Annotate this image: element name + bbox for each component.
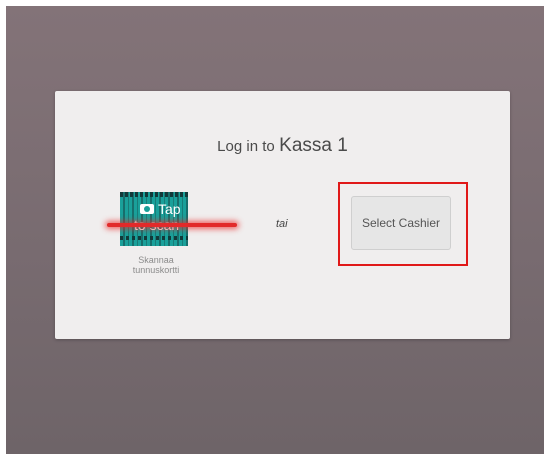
login-title: Log in to Kassa 1 <box>55 135 510 157</box>
register-name: Kassa 1 <box>279 135 348 156</box>
or-separator: tai <box>276 218 288 230</box>
login-title-prefix: Log in to <box>217 138 275 155</box>
login-dialog: Log in to Kassa 1 Tap to scan Skannaa tu… <box>55 91 510 339</box>
select-cashier-button[interactable]: Select Cashier <box>351 196 451 250</box>
scan-laser-line <box>107 223 237 227</box>
barcode-bottom-edge <box>120 236 188 240</box>
barcode-top-edge <box>120 192 188 197</box>
scan-badge-button[interactable]: Tap to scan <box>120 192 188 246</box>
scan-caption: Skannaa tunnuskortti <box>132 255 180 275</box>
scan-button-label: Tap to scan <box>134 201 181 233</box>
select-cashier-label: Select Cashier <box>361 216 441 230</box>
